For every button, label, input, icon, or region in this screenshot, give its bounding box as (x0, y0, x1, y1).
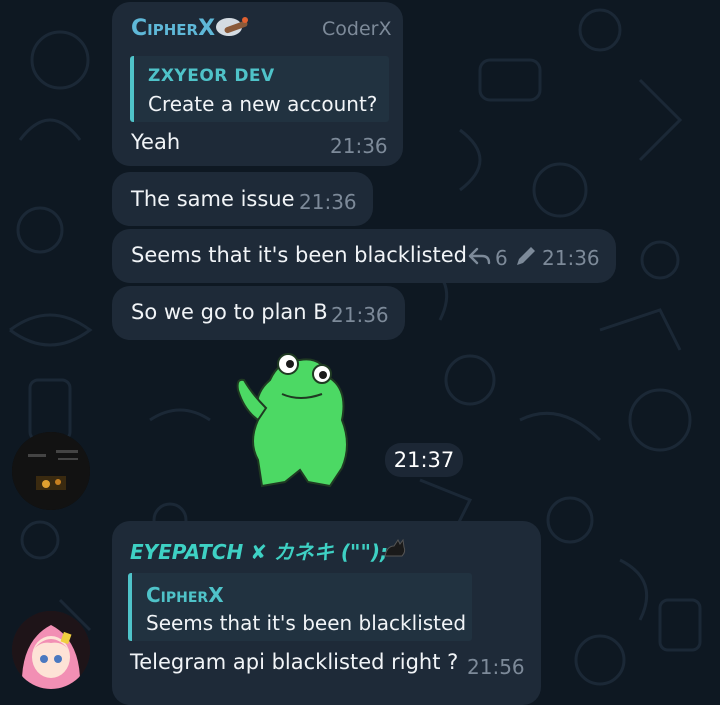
sender-title: CoderX (322, 18, 392, 40)
avatar-image (12, 432, 90, 510)
cat-emoji-icon (382, 534, 408, 564)
quote-author: ZXYEOR DEV (148, 66, 275, 86)
message-time: 21:56 (467, 655, 525, 679)
message-bubble-6[interactable]: EYEPATCH ✘ カネキ (""); CipherX Seems that … (112, 521, 541, 705)
message-time: 21:36 (331, 303, 389, 327)
message-bubble-3[interactable]: Seems that it's been blacklisted 6 21:36 (112, 229, 616, 283)
message-text: Yeah (131, 130, 181, 154)
quote-text: Seems that it's been blacklisted (146, 611, 467, 635)
edit-pencil-icon (513, 245, 539, 273)
frog-sticker[interactable] (230, 350, 355, 494)
message-bubble-2[interactable]: The same issue 21:36 (112, 172, 373, 226)
sender-name[interactable]: CipherX (131, 16, 215, 41)
reply-quote[interactable]: CipherX Seems that it's been blacklisted (128, 573, 472, 641)
sticker-time: 21:37 (385, 443, 463, 477)
avatar[interactable] (12, 611, 90, 689)
reply-count: 6 (495, 246, 508, 270)
message-text: The same issue (131, 187, 295, 211)
message-time: 21:36 (299, 190, 357, 214)
avatar-image (12, 611, 90, 689)
reply-arrow-icon (467, 245, 491, 271)
sender-name[interactable]: EYEPATCH ✘ カネキ (""); (130, 536, 388, 565)
message-time: 21:36 (330, 134, 388, 158)
reply-quote[interactable]: ZXYEOR DEV Create a new account? (130, 56, 389, 122)
message-text: Telegram api blacklisted right ? (130, 650, 459, 674)
quote-author: CipherX (146, 583, 224, 607)
avatar[interactable] (12, 432, 90, 510)
message-bubble-4[interactable]: So we go to plan B 21:36 (112, 286, 405, 340)
quote-text: Create a new account? (148, 92, 378, 116)
message-text: Seems that it's been blacklisted (131, 243, 468, 267)
message-bubble-1[interactable]: CipherX CoderX ZXYEOR DEV Create a new a… (112, 2, 403, 166)
message-time: 21:36 (542, 246, 600, 270)
cigar-emoji-icon (212, 12, 250, 46)
message-text: So we go to plan B (131, 300, 328, 324)
